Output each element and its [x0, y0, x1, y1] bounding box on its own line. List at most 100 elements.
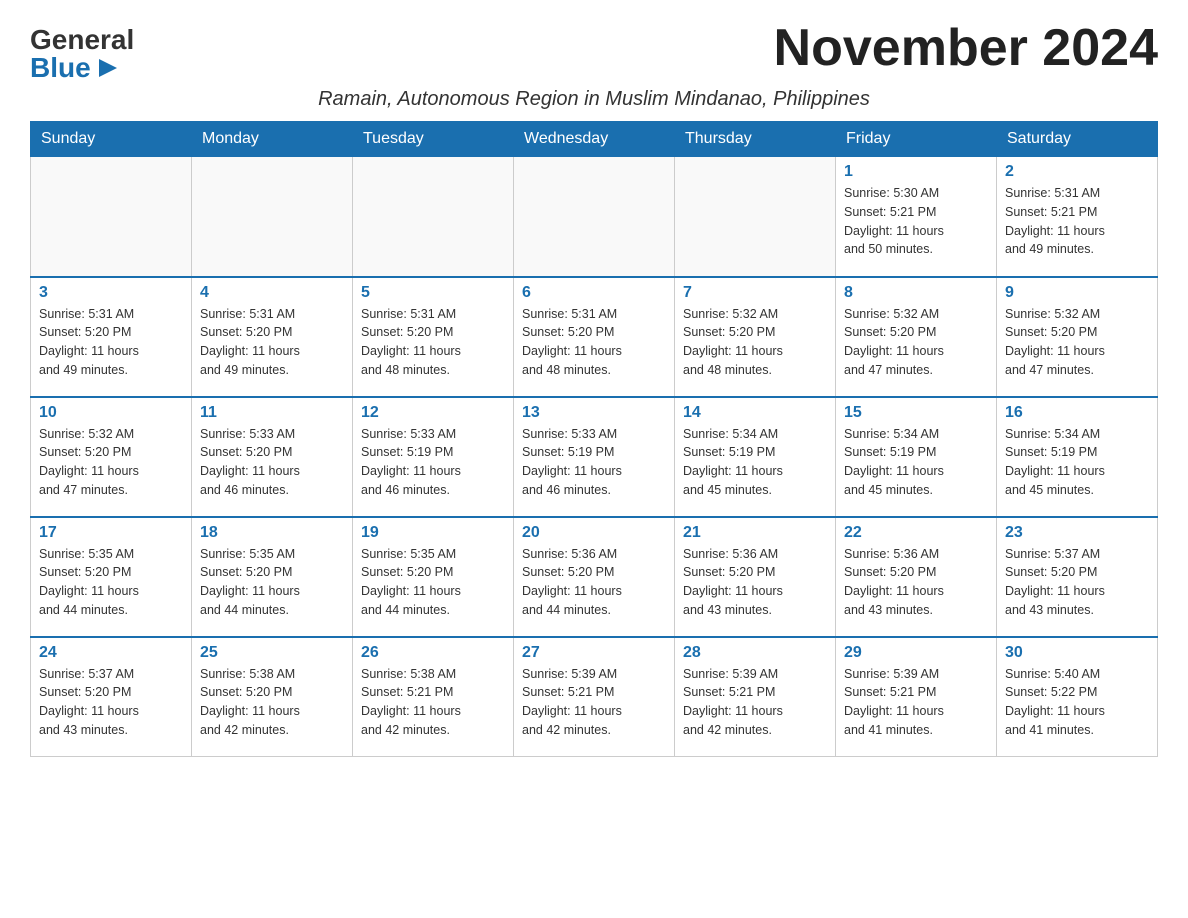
- calendar-cell: [675, 157, 836, 277]
- weekday-header-row: SundayMondayTuesdayWednesdayThursdayFrid…: [31, 122, 1158, 157]
- day-number: 9: [1005, 284, 1149, 302]
- day-number: 15: [844, 404, 988, 422]
- day-number: 25: [200, 644, 344, 662]
- day-number: 18: [200, 524, 344, 542]
- weekday-header-tuesday: Tuesday: [353, 122, 514, 157]
- calendar-cell: 30 Sunrise: 5:40 AMSunset: 5:22 PMDayligh…: [997, 637, 1158, 757]
- day-info: Sunrise: 5:37 AMSunset: 5:20 PMDaylight:…: [39, 665, 183, 740]
- week-row-1: 1 Sunrise: 5:30 AMSunset: 5:21 PMDaylight…: [31, 157, 1158, 277]
- day-info: Sunrise: 5:38 AMSunset: 5:21 PMDaylight:…: [361, 665, 505, 740]
- calendar-cell: 16Sunrise: 5:34 AMSunset: 5:19 PMDayligh…: [997, 397, 1158, 517]
- calendar-cell: [514, 157, 675, 277]
- calendar-cell: 26 Sunrise: 5:38 AMSunset: 5:21 PMDayligh…: [353, 637, 514, 757]
- day-number: 22: [844, 524, 988, 542]
- weekday-header-wednesday: Wednesday: [514, 122, 675, 157]
- day-info: Sunrise: 5:38 AMSunset: 5:20 PMDaylight:…: [200, 665, 344, 740]
- week-row-2: 3 Sunrise: 5:31 AMSunset: 5:20 PMDaylight…: [31, 277, 1158, 397]
- calendar-cell: 13 Sunrise: 5:33 AMSunset: 5:19 PMDayligh…: [514, 397, 675, 517]
- weekday-header-saturday: Saturday: [997, 122, 1158, 157]
- calendar-cell: [353, 157, 514, 277]
- day-number: 6: [522, 284, 666, 302]
- day-info: Sunrise: 5:32 AMSunset: 5:20 PMDaylight:…: [844, 305, 988, 380]
- day-number: 29: [844, 644, 988, 662]
- day-number: 23: [1005, 524, 1149, 542]
- calendar-cell: 25 Sunrise: 5:38 AMSunset: 5:20 PMDayligh…: [192, 637, 353, 757]
- day-number: 14: [683, 404, 827, 422]
- day-number: 4: [200, 284, 344, 302]
- weekday-header-thursday: Thursday: [675, 122, 836, 157]
- day-number: 30: [1005, 644, 1149, 662]
- day-info: Sunrise: 5:31 AMSunset: 5:21 PMDaylight:…: [1005, 184, 1149, 259]
- calendar-cell: 11Sunrise: 5:33 AMSunset: 5:20 PMDayligh…: [192, 397, 353, 517]
- weekday-header-sunday: Sunday: [31, 122, 192, 157]
- calendar-cell: 28 Sunrise: 5:39 AMSunset: 5:21 PMDayligh…: [675, 637, 836, 757]
- day-info: Sunrise: 5:32 AMSunset: 5:20 PMDaylight:…: [683, 305, 827, 380]
- day-info: Sunrise: 5:36 AMSunset: 5:20 PMDaylight:…: [844, 545, 988, 620]
- week-row-5: 24Sunrise: 5:37 AMSunset: 5:20 PMDayligh…: [31, 637, 1158, 757]
- week-row-3: 10Sunrise: 5:32 AMSunset: 5:20 PMDayligh…: [31, 397, 1158, 517]
- calendar-subtitle: Ramain, Autonomous Region in Muslim Mind…: [30, 88, 1158, 111]
- day-info: Sunrise: 5:33 AMSunset: 5:19 PMDaylight:…: [361, 425, 505, 500]
- day-number: 3: [39, 284, 183, 302]
- logo-blue-text: Blue: [30, 54, 119, 82]
- day-number: 12: [361, 404, 505, 422]
- day-info: Sunrise: 5:35 AMSunset: 5:20 PMDaylight:…: [361, 545, 505, 620]
- day-info: Sunrise: 5:30 AMSunset: 5:21 PMDaylight:…: [844, 184, 988, 259]
- day-info: Sunrise: 5:31 AMSunset: 5:20 PMDaylight:…: [522, 305, 666, 380]
- day-info: Sunrise: 5:37 AMSunset: 5:20 PMDaylight:…: [1005, 545, 1149, 620]
- month-title: November 2024: [774, 20, 1158, 77]
- day-number: 28: [683, 644, 827, 662]
- day-info: Sunrise: 5:31 AMSunset: 5:20 PMDaylight:…: [200, 305, 344, 380]
- weekday-header-monday: Monday: [192, 122, 353, 157]
- logo-general-text: General: [30, 26, 134, 54]
- day-info: Sunrise: 5:34 AMSunset: 5:19 PMDaylight:…: [683, 425, 827, 500]
- calendar-cell: 9 Sunrise: 5:32 AMSunset: 5:20 PMDaylight…: [997, 277, 1158, 397]
- day-number: 8: [844, 284, 988, 302]
- day-info: Sunrise: 5:34 AMSunset: 5:19 PMDaylight:…: [844, 425, 988, 500]
- calendar-cell: 8 Sunrise: 5:32 AMSunset: 5:20 PMDaylight…: [836, 277, 997, 397]
- day-number: 7: [683, 284, 827, 302]
- day-number: 21: [683, 524, 827, 542]
- calendar-cell: 20 Sunrise: 5:36 AMSunset: 5:20 PMDayligh…: [514, 517, 675, 637]
- calendar-cell: 3 Sunrise: 5:31 AMSunset: 5:20 PMDaylight…: [31, 277, 192, 397]
- calendar-cell: 12 Sunrise: 5:33 AMSunset: 5:19 PMDayligh…: [353, 397, 514, 517]
- day-info: Sunrise: 5:39 AMSunset: 5:21 PMDaylight:…: [844, 665, 988, 740]
- calendar-cell: 29 Sunrise: 5:39 AMSunset: 5:21 PMDayligh…: [836, 637, 997, 757]
- calendar-cell: 15 Sunrise: 5:34 AMSunset: 5:19 PMDayligh…: [836, 397, 997, 517]
- logo: General Blue: [30, 26, 134, 82]
- day-info: Sunrise: 5:39 AMSunset: 5:21 PMDaylight:…: [683, 665, 827, 740]
- day-info: Sunrise: 5:32 AMSunset: 5:20 PMDaylight:…: [1005, 305, 1149, 380]
- calendar-cell: 2Sunrise: 5:31 AMSunset: 5:21 PMDaylight…: [997, 157, 1158, 277]
- calendar-cell: 4 Sunrise: 5:31 AMSunset: 5:20 PMDaylight…: [192, 277, 353, 397]
- calendar-table: SundayMondayTuesdayWednesdayThursdayFrid…: [30, 121, 1158, 757]
- calendar-cell: 21 Sunrise: 5:36 AMSunset: 5:20 PMDayligh…: [675, 517, 836, 637]
- calendar-cell: 17 Sunrise: 5:35 AMSunset: 5:20 PMDayligh…: [31, 517, 192, 637]
- day-info: Sunrise: 5:40 AMSunset: 5:22 PMDaylight:…: [1005, 665, 1149, 740]
- day-info: Sunrise: 5:31 AMSunset: 5:20 PMDaylight:…: [39, 305, 183, 380]
- day-info: Sunrise: 5:36 AMSunset: 5:20 PMDaylight:…: [522, 545, 666, 620]
- day-info: Sunrise: 5:33 AMSunset: 5:19 PMDaylight:…: [522, 425, 666, 500]
- calendar-cell: 10Sunrise: 5:32 AMSunset: 5:20 PMDayligh…: [31, 397, 192, 517]
- day-number: 20: [522, 524, 666, 542]
- calendar-cell: 7 Sunrise: 5:32 AMSunset: 5:20 PMDaylight…: [675, 277, 836, 397]
- day-info: Sunrise: 5:36 AMSunset: 5:20 PMDaylight:…: [683, 545, 827, 620]
- day-info: Sunrise: 5:35 AMSunset: 5:20 PMDaylight:…: [200, 545, 344, 620]
- calendar-cell: 1 Sunrise: 5:30 AMSunset: 5:21 PMDaylight…: [836, 157, 997, 277]
- page-header: General Blue November 2024: [30, 20, 1158, 82]
- day-number: 13: [522, 404, 666, 422]
- day-number: 26: [361, 644, 505, 662]
- day-info: Sunrise: 5:35 AMSunset: 5:20 PMDaylight:…: [39, 545, 183, 620]
- calendar-cell: 24Sunrise: 5:37 AMSunset: 5:20 PMDayligh…: [31, 637, 192, 757]
- day-info: Sunrise: 5:34 AMSunset: 5:19 PMDaylight:…: [1005, 425, 1149, 500]
- day-number: 17: [39, 524, 183, 542]
- day-info: Sunrise: 5:39 AMSunset: 5:21 PMDaylight:…: [522, 665, 666, 740]
- day-info: Sunrise: 5:32 AMSunset: 5:20 PMDaylight:…: [39, 425, 183, 500]
- calendar-cell: 18 Sunrise: 5:35 AMSunset: 5:20 PMDayligh…: [192, 517, 353, 637]
- calendar-cell: 14 Sunrise: 5:34 AMSunset: 5:19 PMDayligh…: [675, 397, 836, 517]
- day-number: 1: [844, 163, 988, 181]
- day-number: 19: [361, 524, 505, 542]
- calendar-cell: 23 Sunrise: 5:37 AMSunset: 5:20 PMDayligh…: [997, 517, 1158, 637]
- calendar-cell: 22 Sunrise: 5:36 AMSunset: 5:20 PMDayligh…: [836, 517, 997, 637]
- day-info: Sunrise: 5:33 AMSunset: 5:20 PMDaylight:…: [200, 425, 344, 500]
- calendar-cell: 19 Sunrise: 5:35 AMSunset: 5:20 PMDayligh…: [353, 517, 514, 637]
